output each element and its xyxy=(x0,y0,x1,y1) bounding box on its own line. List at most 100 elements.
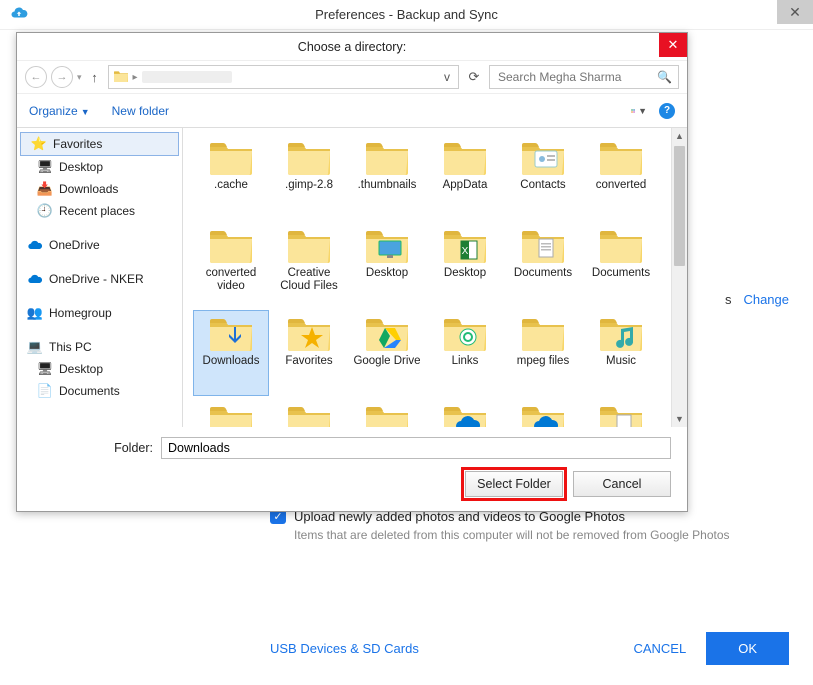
downloads-icon: 📥 xyxy=(37,181,53,197)
folder-icon xyxy=(597,225,645,265)
folder-icon xyxy=(441,313,489,353)
view-options-button[interactable]: ▼ xyxy=(631,103,647,119)
folder-icon xyxy=(363,401,411,427)
tree-pc-desktop[interactable]: 🖥Desktop xyxy=(17,358,182,380)
window-close-button[interactable]: ✕ xyxy=(777,0,813,24)
folder-item[interactable] xyxy=(271,398,347,427)
tree-fav-desktop[interactable]: 🖥Desktop xyxy=(17,156,182,178)
scroll-up-icon[interactable]: ▲ xyxy=(672,128,687,144)
folder-item[interactable] xyxy=(583,398,659,427)
nav-tree: ⭐Favorites 🖥Desktop 📥Downloads 🕘Recent p… xyxy=(17,128,183,427)
folder-item[interactable]: .gimp-2.8 xyxy=(271,134,347,220)
background-change-row: s Change xyxy=(725,292,789,307)
folder-icon xyxy=(207,313,255,353)
folder-item[interactable]: Google Drive xyxy=(349,310,425,396)
folder-item[interactable]: Downloads xyxy=(193,310,269,396)
tree-fav-recent[interactable]: 🕘Recent places xyxy=(17,200,182,222)
folder-icon xyxy=(441,137,489,177)
folder-item[interactable]: .thumbnails xyxy=(349,134,425,220)
folder-icon xyxy=(285,401,333,427)
tree-homegroup[interactable]: 👥Homegroup xyxy=(17,302,182,324)
refresh-button[interactable]: ⟳ xyxy=(463,69,485,85)
folder-item[interactable]: Links xyxy=(427,310,503,396)
folder-item[interactable] xyxy=(193,398,269,427)
folder-label: Desktop xyxy=(366,267,408,280)
folder-icon: X xyxy=(441,225,489,265)
window-title: Preferences - Backup and Sync xyxy=(0,7,813,22)
folder-item[interactable] xyxy=(505,398,581,427)
folder-item[interactable]: Creative Cloud Files xyxy=(271,222,347,308)
folder-item[interactable]: converted xyxy=(583,134,659,220)
star-icon: ⭐ xyxy=(31,136,47,152)
folder-label: Favorites xyxy=(285,355,332,368)
folder-label: mpeg files xyxy=(517,355,569,368)
folder-icon xyxy=(207,225,255,265)
tree-onedrive-nker[interactable]: OneDrive - NKER xyxy=(17,268,182,290)
breadcrumb-dropdown-icon[interactable]: v xyxy=(440,70,454,84)
folder-item[interactable]: converted video xyxy=(193,222,269,308)
folder-icon xyxy=(285,137,333,177)
folder-item[interactable]: mpeg files xyxy=(505,310,581,396)
folder-item[interactable] xyxy=(427,398,503,427)
nav-up-button[interactable]: ↑ xyxy=(86,70,104,85)
folder-item[interactable]: Documents xyxy=(583,222,659,308)
usb-sd-link[interactable]: USB Devices & SD Cards xyxy=(270,641,419,656)
folder-icon xyxy=(519,313,567,353)
tree-pc-documents[interactable]: 📄Documents xyxy=(17,380,182,402)
folder-label: .gimp-2.8 xyxy=(285,179,333,192)
folder-label: Contacts xyxy=(520,179,565,192)
tree-favorites[interactable]: ⭐Favorites xyxy=(20,132,179,156)
folder-label: Music xyxy=(606,355,636,368)
change-link[interactable]: Change xyxy=(743,292,789,307)
homegroup-icon: 👥 xyxy=(27,305,43,321)
folder-label: AppData xyxy=(443,179,488,192)
prefs-cancel-button[interactable]: CANCEL xyxy=(633,641,686,656)
onedrive-icon xyxy=(27,271,43,287)
tree-onedrive[interactable]: OneDrive xyxy=(17,234,182,256)
prefs-ok-button[interactable]: OK xyxy=(706,632,789,665)
folder-item[interactable]: .cache xyxy=(193,134,269,220)
folder-field-input[interactable] xyxy=(161,437,671,459)
folder-item[interactable]: AppData xyxy=(427,134,503,220)
dialog-cancel-button[interactable]: Cancel xyxy=(573,471,671,497)
dialog-close-button[interactable]: ✕ xyxy=(659,33,687,57)
scrollbar[interactable]: ▲ ▼ xyxy=(671,128,687,427)
tree-thispc[interactable]: 💻This PC xyxy=(17,336,182,358)
folder-item[interactable] xyxy=(349,398,425,427)
nav-forward-button[interactable]: → xyxy=(51,66,73,88)
folder-item[interactable]: Documents xyxy=(505,222,581,308)
folder-icon xyxy=(363,313,411,353)
search-icon: 🔍 xyxy=(657,70,672,84)
help-button[interactable]: ? xyxy=(659,103,675,119)
folder-icon xyxy=(207,401,255,427)
folder-label: Google Drive xyxy=(353,355,420,368)
search-box[interactable]: 🔍 xyxy=(489,65,679,89)
search-input[interactable] xyxy=(496,69,657,85)
folder-icon xyxy=(285,313,333,353)
folder-label: .thumbnails xyxy=(358,179,417,192)
dialog-titlebar: Choose a directory: ✕ xyxy=(17,33,687,61)
folder-item[interactable]: Music xyxy=(583,310,659,396)
scroll-thumb[interactable] xyxy=(674,146,685,266)
scroll-down-icon[interactable]: ▼ xyxy=(672,411,687,427)
tree-fav-downloads[interactable]: 📥Downloads xyxy=(17,178,182,200)
folder-label: converted xyxy=(596,179,647,192)
select-folder-button[interactable]: Select Folder xyxy=(465,471,563,497)
desktop-icon: 🖥 xyxy=(37,361,53,377)
folder-label: .cache xyxy=(214,179,248,192)
folder-item[interactable]: Favorites xyxy=(271,310,347,396)
breadcrumb[interactable]: ▸ v xyxy=(108,65,459,89)
svg-text:X: X xyxy=(462,246,469,257)
folder-label: Creative Cloud Files xyxy=(274,267,344,293)
folder-label: Desktop xyxy=(444,267,486,280)
folder-item[interactable]: Contacts xyxy=(505,134,581,220)
dialog-title: Choose a directory: xyxy=(17,40,687,54)
new-folder-button[interactable]: New folder xyxy=(112,104,169,118)
pc-icon: 💻 xyxy=(27,339,43,355)
nav-back-button[interactable]: ← xyxy=(25,66,47,88)
organize-menu[interactable]: Organize▼ xyxy=(29,104,90,118)
folder-label: converted video xyxy=(196,267,266,293)
folder-item[interactable]: Desktop xyxy=(349,222,425,308)
nav-history-chevron-icon[interactable]: ▾ xyxy=(77,72,82,83)
folder-item[interactable]: X Desktop xyxy=(427,222,503,308)
